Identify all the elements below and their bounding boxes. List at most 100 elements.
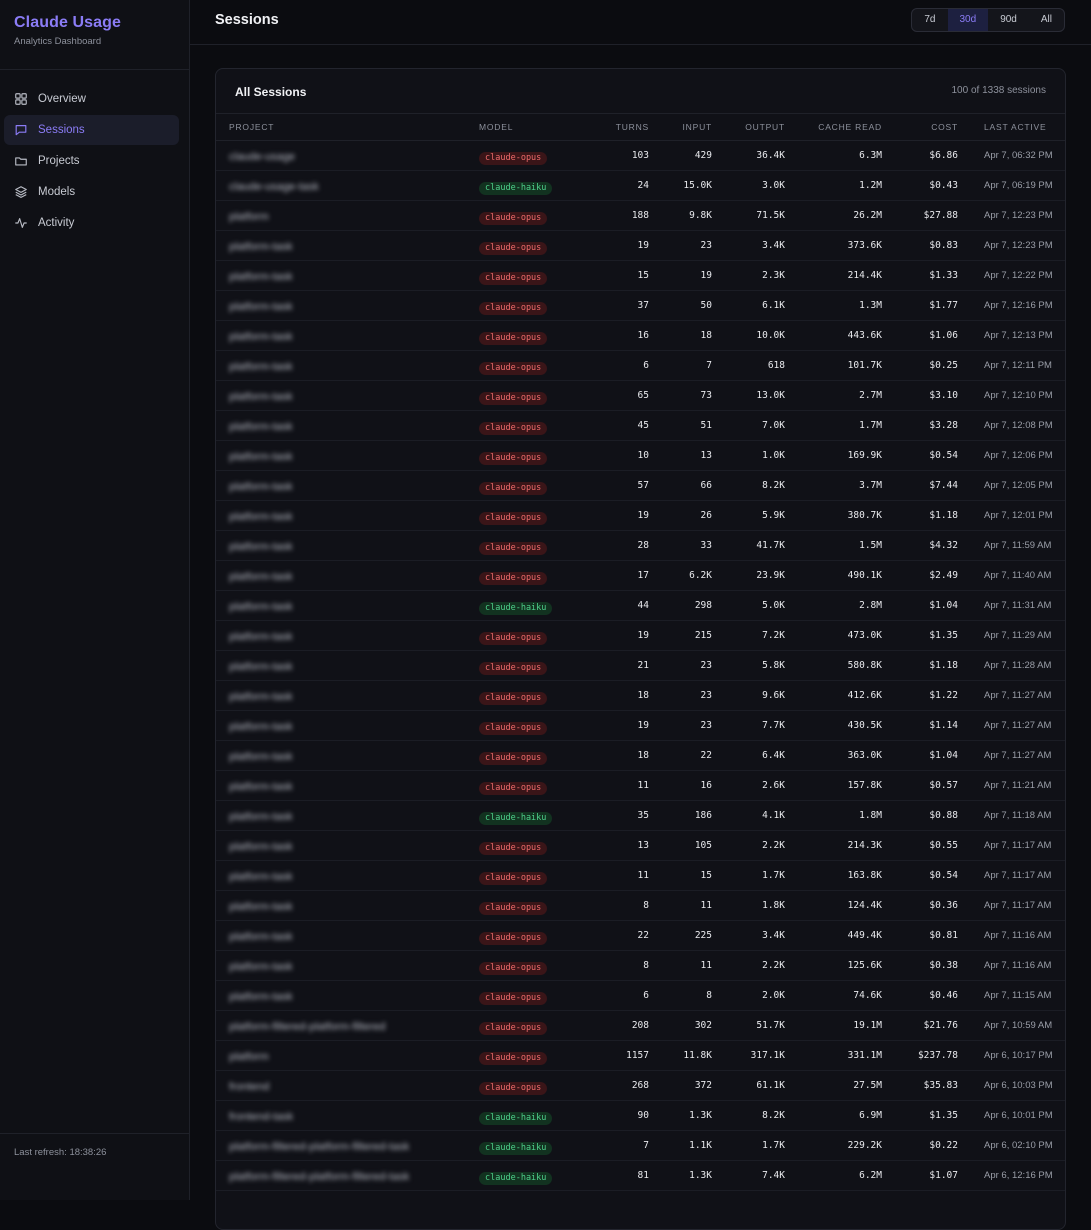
model-cell: claude-opus	[471, 350, 585, 381]
table-row[interactable]: platform-task claude-haiku 44 298 5.0K 2.8M $1…	[216, 590, 1065, 621]
model-badge: claude-opus	[479, 871, 548, 885]
table-row[interactable]: platform-task claude-opus 6 8 2.0K 74.6K $0.46…	[216, 980, 1065, 1011]
output-cell: 317.1K	[720, 1040, 793, 1071]
table-row[interactable]: claude-usage claude-opus 103 429 36.4K 6.3M $6…	[216, 140, 1065, 171]
sidebar-item-activity[interactable]: Activity	[4, 208, 179, 238]
input-cell: 9.8K	[657, 200, 720, 231]
cost-cell: $0.22	[890, 1130, 966, 1161]
table-row[interactable]: platform-task claude-opus 6 7 618 101.7K $0.25…	[216, 350, 1065, 381]
table-row[interactable]: platform-task claude-opus 15 19 2.3K 214.4K $1…	[216, 260, 1065, 291]
table-row[interactable]: platform-filtered-platform-filtered claud…	[216, 1010, 1065, 1041]
range-all-button[interactable]: All	[1029, 9, 1064, 31]
table-row[interactable]: platform-task claude-haiku 35 186 4.1K 1.8M $0…	[216, 800, 1065, 831]
table-row[interactable]: platform-task claude-opus 19 26 5.9K 380.7K $1…	[216, 500, 1065, 531]
sidebar-item-overview[interactable]: Overview	[4, 84, 179, 114]
project-cell: platform-task	[216, 260, 471, 291]
table-row[interactable]: platform-task claude-opus 45 51 7.0K 1.7M $3.2…	[216, 410, 1065, 441]
sidebar-item-label: Overview	[38, 93, 86, 105]
table-row[interactable]: platform-task claude-opus 19 215 7.2K 473.0K $…	[216, 620, 1065, 651]
table-row[interactable]: platform-task claude-opus 65 73 13.0K 2.7M $3.…	[216, 380, 1065, 411]
table-row[interactable]: claude-usage-task claude-haiku 24 15.0K 3.0K…	[216, 170, 1065, 201]
table-row[interactable]: platform-task claude-opus 13 105 2.2K 214.3K $…	[216, 830, 1065, 861]
range-7d-button[interactable]: 7d	[912, 9, 947, 31]
column-header-input[interactable]: Input	[657, 114, 720, 141]
table-row[interactable]: platform-task claude-opus 19 23 7.7K 430.5K $1…	[216, 710, 1065, 741]
output-cell: 4.1K	[720, 800, 793, 831]
table-row[interactable]: platform-task claude-opus 57 66 8.2K 3.7M $7.4…	[216, 470, 1065, 501]
range-90d-button[interactable]: 90d	[988, 9, 1029, 31]
cache-read-cell: 2.8M	[793, 590, 890, 621]
table-row[interactable]: frontend-task claude-haiku 90 1.3K 8.2K 6.9M $…	[216, 1100, 1065, 1131]
table-row[interactable]: platform-filtered-platform-filtered-task…	[216, 1130, 1065, 1161]
table-row[interactable]: platform-task claude-opus 21 23 5.8K 580.8K $1…	[216, 650, 1065, 681]
table-row[interactable]: platform-task claude-opus 11 16 2.6K 157.8K $0…	[216, 770, 1065, 801]
table-row[interactable]: platform-filtered-platform-filtered-task…	[216, 1160, 1065, 1191]
model-cell: claude-opus	[471, 530, 585, 561]
project-name: platform-task	[229, 990, 293, 1003]
cost-cell: $0.81	[890, 920, 966, 951]
input-cell: 225	[657, 920, 720, 951]
sidebar-item-models[interactable]: Models	[4, 177, 179, 207]
column-header-last-active[interactable]: Last Active	[966, 114, 1065, 141]
last-active-cell: Apr 7, 11:59 AM	[966, 530, 1065, 561]
table-row[interactable]: platform-task claude-opus 10 13 1.0K 169.9K $0…	[216, 440, 1065, 471]
table-row[interactable]: platform claude-opus 1157 11.8K 317.1K 331.1M…	[216, 1040, 1065, 1071]
table-row[interactable]: platform-task claude-opus 8 11 2.2K 125.6K $0.…	[216, 950, 1065, 981]
table-row[interactable]: platform-task claude-opus 11 15 1.7K 163.8K $0…	[216, 860, 1065, 891]
table-row[interactable]: platform claude-opus 188 9.8K 71.5K 26.2M $27.…	[216, 200, 1065, 231]
turns-cell: 19	[585, 500, 657, 531]
table-row[interactable]: platform-task claude-opus 22 225 3.4K 449.4K $…	[216, 920, 1065, 951]
model-cell: claude-opus	[471, 1070, 585, 1101]
sidebar-item-projects[interactable]: Projects	[4, 146, 179, 176]
project-name: platform-task	[229, 720, 293, 733]
table-row[interactable]: platform-task claude-opus 16 18 10.0K 443.6K $…	[216, 320, 1065, 351]
output-cell: 2.2K	[720, 830, 793, 861]
sidebar-item-sessions[interactable]: Sessions	[4, 115, 179, 145]
folder-icon	[14, 154, 28, 168]
cost-cell: $7.44	[890, 470, 966, 501]
model-badge: claude-haiku	[479, 1141, 553, 1155]
turns-cell: 7	[585, 1130, 657, 1161]
project-cell: platform-task	[216, 380, 471, 411]
column-header-project[interactable]: Project	[216, 114, 471, 141]
input-cell: 50	[657, 290, 720, 321]
output-cell: 6.1K	[720, 290, 793, 321]
input-cell: 19	[657, 260, 720, 291]
input-cell: 18	[657, 320, 720, 351]
model-cell: claude-opus	[471, 380, 585, 411]
table-row[interactable]: platform-task claude-opus 18 22 6.4K 363.0K $1…	[216, 740, 1065, 771]
column-header-turns[interactable]: Turns	[585, 114, 657, 141]
last-active-cell: Apr 7, 06:19 PM	[966, 170, 1065, 201]
turns-cell: 18	[585, 680, 657, 711]
cache-read-cell: 1.2M	[793, 170, 890, 201]
column-header-output[interactable]: Output	[720, 114, 793, 141]
cost-cell: $0.57	[890, 770, 966, 801]
range-30d-button[interactable]: 30d	[947, 9, 989, 31]
model-cell: claude-opus	[471, 980, 585, 1011]
output-cell: 2.2K	[720, 950, 793, 981]
model-badge: claude-opus	[479, 481, 548, 495]
table-row[interactable]: platform-task claude-opus 8 11 1.8K 124.4K $0.…	[216, 890, 1065, 921]
table-row[interactable]: platform-task claude-opus 19 23 3.4K 373.6K $0…	[216, 230, 1065, 261]
model-badge: claude-haiku	[479, 1171, 553, 1185]
grid-icon	[14, 92, 28, 106]
input-cell: 23	[657, 650, 720, 681]
turns-cell: 19	[585, 620, 657, 651]
model-badge: claude-opus	[479, 511, 548, 525]
table-row[interactable]: platform-task claude-opus 18 23 9.6K 412.6K $1…	[216, 680, 1065, 711]
column-header-cost[interactable]: Cost	[890, 114, 966, 141]
input-cell: 372	[657, 1070, 720, 1101]
column-header-cache-read[interactable]: Cache Read	[793, 114, 890, 141]
cache-read-cell: 125.6K	[793, 950, 890, 981]
cost-cell: $3.10	[890, 380, 966, 411]
table-row[interactable]: frontend claude-opus 268 372 61.1K 27.5M $35.8…	[216, 1070, 1065, 1101]
table-row[interactable]: platform-task claude-opus 37 50 6.1K 1.3M $1.7…	[216, 290, 1065, 321]
column-header-model[interactable]: Model	[471, 114, 585, 141]
last-active-cell: Apr 7, 06:32 PM	[966, 140, 1065, 171]
project-name: platform-filtered-platform-filtered-task	[229, 1140, 410, 1153]
table-row[interactable]: platform-task claude-opus 17 6.2K 23.9K 490.1…	[216, 560, 1065, 591]
table-row[interactable]: platform-task claude-opus 28 33 41.7K 1.5M $4.…	[216, 530, 1065, 561]
input-cell: 23	[657, 680, 720, 711]
project-cell: platform-task	[216, 650, 471, 681]
cost-cell: $27.88	[890, 200, 966, 231]
